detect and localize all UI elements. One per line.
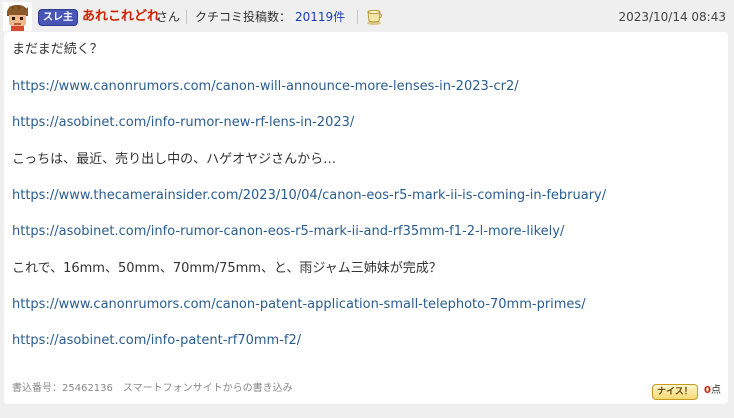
thread-owner-badge: スレ主 <box>38 9 78 26</box>
post-count-link[interactable]: 20119件 <box>295 8 345 26</box>
post-source: スマートフォンサイトからの書き込み <box>122 383 293 394</box>
post-link[interactable]: https://asobinet.com/info-rumor-new-rf-l… <box>12 114 354 132</box>
username-link[interactable]: あれこれどれ <box>82 8 160 26</box>
post-link[interactable]: https://asobinet.com/info-patent-rf70mm-… <box>12 332 301 350</box>
post-number: 書込番号：25462136 <box>12 383 113 394</box>
points-display: 0点 <box>704 383 721 399</box>
username-suffix: さん <box>156 10 181 24</box>
post-text-line: まだまだ続く？ <box>12 42 103 57</box>
post-text-line: こっちは、最近、売り出し中の、ハゲオヤジさんから… <box>12 152 337 167</box>
post-link[interactable]: https://asobinet.com/info-rumor-canon-eo… <box>12 223 564 241</box>
post-count-label: クチコミ投稿数： <box>195 10 292 24</box>
cup-icon <box>367 9 382 25</box>
points-value: 0 <box>704 385 711 396</box>
nice-button[interactable]: ナイス！ <box>652 384 698 400</box>
post-link[interactable]: https://www.canonrumors.com/canon-will-a… <box>12 78 519 96</box>
post-link[interactable]: https://www.thecamerainsider.com/2023/10… <box>12 187 606 205</box>
user-avatar-icon[interactable] <box>3 2 32 31</box>
post-header: スレ主 あれこれどれ さん クチコミ投稿数： 20119件 2023/10/14… <box>0 0 734 34</box>
post-text-line: これで、16mm、50mm、70mm/75mm、と、雨ジャム三姉妹が完成？ <box>12 261 442 276</box>
post-link[interactable]: https://www.canonrumors.com/canon-patent… <box>12 296 586 314</box>
points-unit: 点 <box>710 385 721 396</box>
post-meta: 書込番号：25462136 スマートフォンサイトからの書き込み <box>12 382 293 396</box>
header-divider <box>357 10 358 24</box>
post-body: まだまだ続く？ https://www.canonrumors.com/cano… <box>4 32 728 404</box>
post-datetime: 2023/10/14 08:43 <box>618 10 726 24</box>
header-divider <box>186 10 187 24</box>
